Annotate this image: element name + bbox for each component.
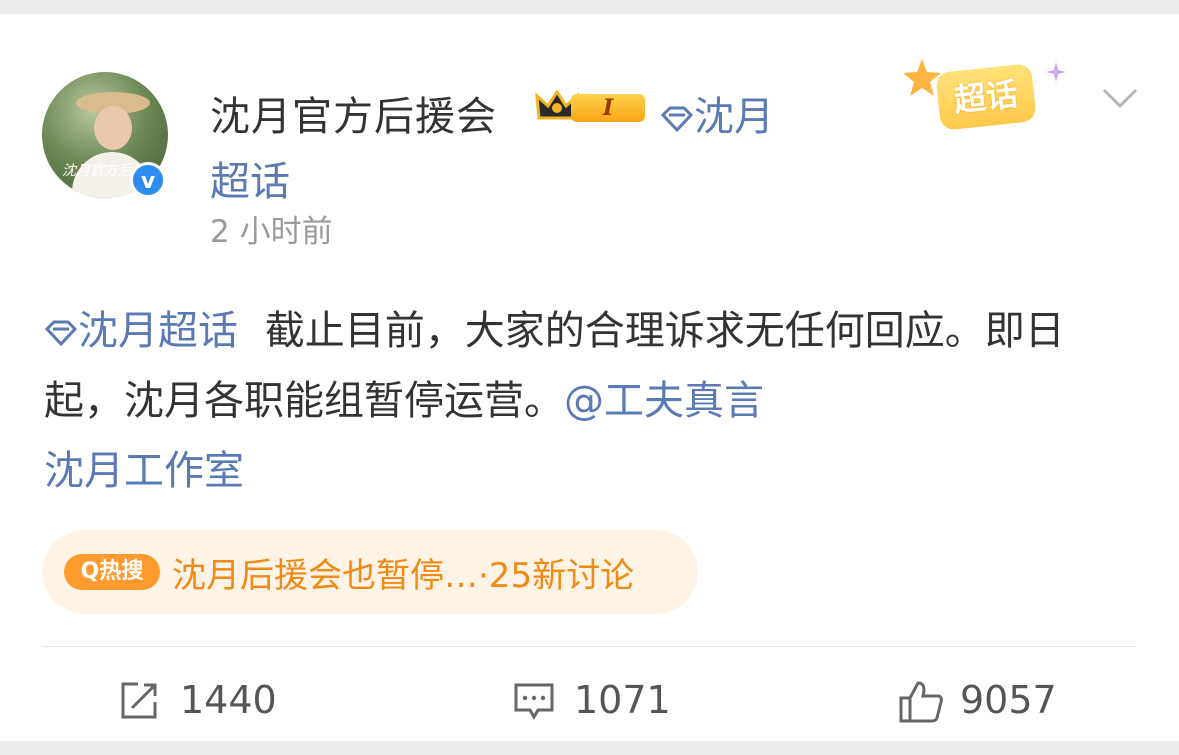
hot-search-text: 沈月后援会也暂停…·25新讨论 <box>172 548 634 597</box>
hot-search-tag: Q热搜 <box>64 554 160 590</box>
supertopic-diamond-icon <box>660 106 694 132</box>
like-icon <box>899 681 943 723</box>
post-time: 2 小时前 <box>210 214 333 250</box>
repost-icon <box>121 682 157 719</box>
verified-icon: v <box>130 162 166 198</box>
post-content: 沈月超话 截止目前，大家的合理诉求无任何回应。即日起，沈月各职能组暂停运营。@工… <box>44 296 1134 506</box>
repost-count: 1440 <box>180 678 277 722</box>
author-name[interactable]: 沈月官方后援会 <box>210 84 497 142</box>
divider <box>42 646 1136 647</box>
topic-link[interactable]: 沈月 <box>660 84 774 142</box>
chevron-down-icon[interactable] <box>1100 84 1140 114</box>
comment-count: 1071 <box>574 678 671 722</box>
weibo-post-card: 沈月官方后援 v 沈月官方后援会 I 沈月 超话 2 小时前 超话 沈月超话 截… <box>0 14 1179 741</box>
content-topic-link[interactable]: 沈月超话 <box>44 308 238 354</box>
supertopic-diamond-icon <box>44 320 78 346</box>
topic-link-continued[interactable]: 超话 <box>210 149 290 207</box>
sparkle-icon <box>1046 62 1066 82</box>
hot-search-discussion-count: ·25新讨论 <box>478 556 635 596</box>
mention-link-2[interactable]: 沈月工作室 <box>44 448 244 494</box>
member-level-badge[interactable]: I <box>535 86 647 128</box>
topic-link-text: 沈月 <box>694 94 774 140</box>
level-label: I <box>571 94 645 122</box>
comment-icon <box>514 683 554 721</box>
mention-link[interactable]: @工夫真言 <box>564 378 764 424</box>
supertopic-badge[interactable]: 超话 <box>900 56 1080 136</box>
hot-search-bar[interactable]: Q热搜 沈月后援会也暂停…·25新讨论 <box>42 530 698 614</box>
content-topic-text: 沈月超话 <box>78 308 238 354</box>
hot-search-title: 沈月后援会也暂停… <box>172 556 478 596</box>
like-count: 9057 <box>960 678 1057 722</box>
supertopic-badge-label: 超话 <box>935 63 1037 131</box>
